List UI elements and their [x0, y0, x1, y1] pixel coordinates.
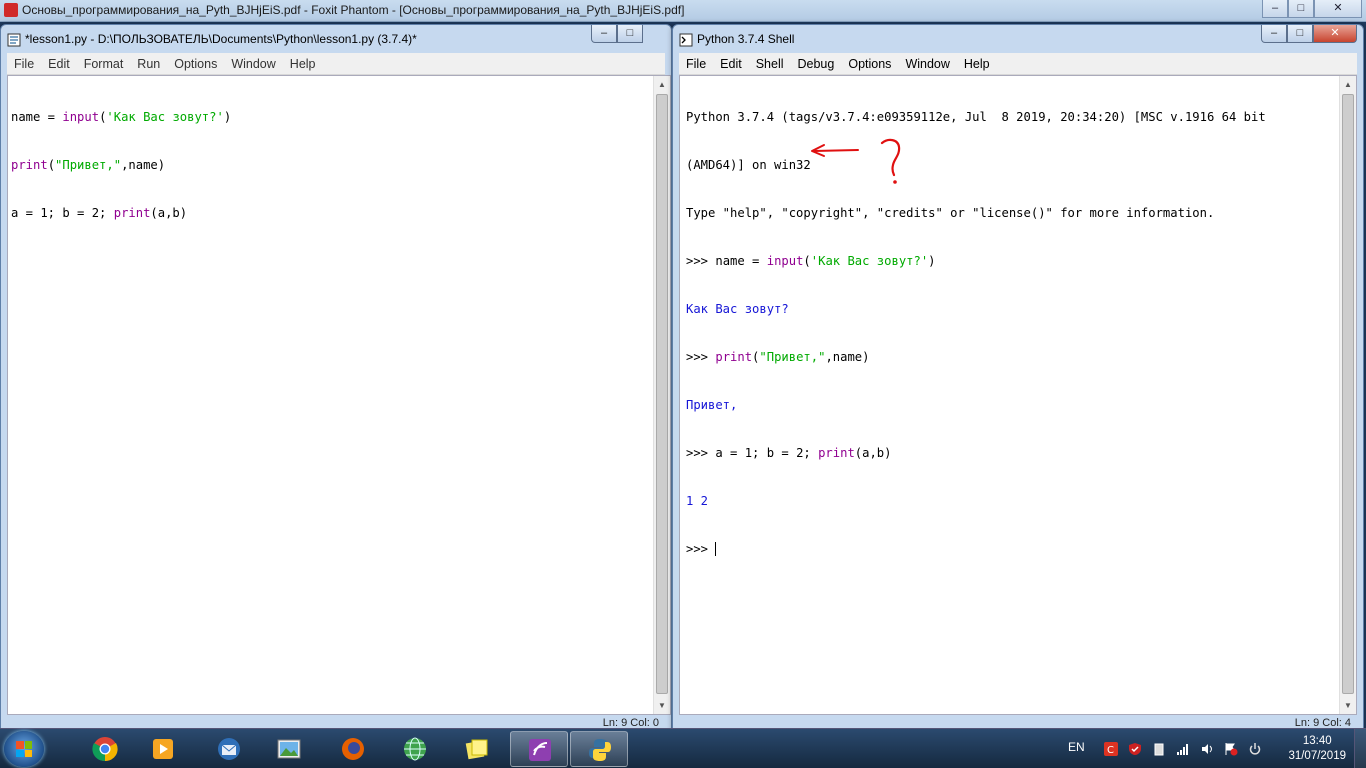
media-player-icon — [153, 739, 173, 759]
taskbar-media-player[interactable] — [134, 731, 192, 767]
menu-window[interactable]: Window — [224, 57, 282, 71]
taskbar-thunderbird[interactable] — [200, 731, 258, 767]
menu-file[interactable]: File — [7, 57, 41, 71]
shield-icon[interactable] — [1128, 742, 1142, 756]
chrome-icon — [92, 737, 118, 762]
shell-maximize-button[interactable]: □ — [1287, 25, 1313, 43]
network-signal-icon[interactable] — [1176, 742, 1190, 756]
svg-text:C: C — [1107, 745, 1114, 756]
menu-shell[interactable]: Shell — [749, 57, 791, 71]
shell-banner-line: Type "help", "copyright", "credits" or "… — [686, 206, 1215, 220]
firefox-icon — [342, 738, 364, 760]
taskbar-notes[interactable] — [448, 731, 506, 767]
idle-file-icon — [7, 33, 21, 47]
shell-close-button[interactable]: ✕ — [1313, 25, 1357, 43]
taskbar: EN C 13:40 31/07/2019 — [0, 728, 1366, 768]
text-cursor — [715, 542, 717, 556]
shell-input-line: >>> print("Привет,",name) — [686, 350, 870, 364]
background-window-titlebar[interactable]: Основы_программирования_на_Pyth_BJHjEiS.… — [0, 0, 1366, 22]
scroll-thumb[interactable] — [1342, 94, 1354, 694]
clock-time: 13:40 — [1302, 735, 1332, 747]
menu-debug[interactable]: Debug — [791, 57, 842, 71]
taskbar-image-viewer[interactable] — [260, 731, 318, 767]
image-viewer-icon — [277, 739, 301, 759]
start-button[interactable] — [4, 731, 44, 767]
code-line: a = 1; b = 2; print(a,b) — [11, 206, 188, 220]
minimize-button[interactable]: – — [1262, 0, 1288, 18]
editor-minimize-button[interactable]: – — [591, 25, 617, 43]
editor-menubar: File Edit Format Run Options Window Help — [7, 53, 665, 75]
volume-icon[interactable] — [1200, 742, 1214, 756]
code-line: print("Привет,",name) — [11, 158, 166, 172]
menu-edit[interactable]: Edit — [713, 57, 749, 71]
shell-menubar: File Edit Shell Debug Options Window Hel… — [679, 53, 1357, 75]
menu-options[interactable]: Options — [167, 57, 224, 71]
shell-output-line: Привет, — [686, 398, 738, 412]
editor-text-area[interactable]: name = input('Как Вас зовут?') print("Пр… — [7, 75, 671, 715]
shell-input-line: >>> name = input('Как Вас зовут?') — [686, 254, 936, 268]
editor-titlebar[interactable]: *lesson1.py - D:\ПОЛЬЗОВАТЕЛЬ\Documents\… — [1, 25, 671, 53]
shell-banner-line: Python 3.7.4 (tags/v3.7.4:e09359112e, Ju… — [686, 110, 1266, 124]
scroll-up-arrow-icon[interactable]: ▲ — [1340, 76, 1356, 93]
menu-run[interactable]: Run — [130, 57, 167, 71]
device-icon[interactable] — [1152, 742, 1166, 756]
shell-output-line: Как Вас зовут? — [686, 302, 789, 316]
network-globe-icon — [404, 737, 426, 761]
scroll-thumb[interactable] — [656, 94, 668, 694]
shell-banner-line: (AMD64)] on win32 — [686, 158, 811, 172]
shell-titlebar[interactable]: Python 3.7.4 Shell – □ ✕ — [673, 25, 1363, 53]
scroll-down-arrow-icon[interactable]: ▼ — [654, 697, 670, 714]
foxit-app-icon — [4, 3, 18, 17]
scroll-up-arrow-icon[interactable]: ▲ — [654, 76, 670, 93]
flag-error-icon[interactable] — [1224, 742, 1238, 756]
menu-help[interactable]: Help — [957, 57, 997, 71]
code-line: name = input('Как Вас зовут?') — [11, 110, 232, 124]
shell-prompt-line[interactable]: >>> — [686, 541, 1350, 557]
editor-maximize-button[interactable]: □ — [617, 25, 643, 43]
taskbar-chrome[interactable] — [76, 731, 134, 767]
menu-edit[interactable]: Edit — [41, 57, 77, 71]
system-tray: EN C 13:40 31/07/2019 — [1046, 729, 1366, 768]
menu-help[interactable]: Help — [283, 57, 323, 71]
editor-title: *lesson1.py - D:\ПОЛЬЗОВАТЕЛЬ\Documents\… — [25, 32, 417, 46]
taskbar-network-globe[interactable] — [386, 731, 444, 767]
shell-title: Python 3.7.4 Shell — [697, 32, 795, 46]
windows-logo-icon — [16, 741, 32, 757]
taskbar-foxit[interactable] — [510, 731, 568, 767]
shell-scrollbar[interactable]: ▲ ▼ — [1339, 76, 1356, 714]
antivirus-icon[interactable]: C — [1104, 742, 1118, 756]
clock-date: 31/07/2019 — [1288, 750, 1346, 762]
editor-scrollbar[interactable]: ▲ ▼ — [653, 76, 670, 714]
menu-file[interactable]: File — [679, 57, 713, 71]
idle-shell-icon — [679, 33, 693, 47]
shell-output-line: 1 2 — [686, 494, 709, 508]
thunderbird-icon — [218, 738, 240, 760]
clock[interactable]: 13:40 31/07/2019 — [1288, 734, 1346, 764]
shell-input-line: >>> a = 1; b = 2; print(a,b) — [686, 446, 892, 460]
menu-format[interactable]: Format — [77, 57, 131, 71]
shell-minimize-button[interactable]: – — [1261, 25, 1287, 43]
background-window-title: Основы_программирования_на_Pyth_BJHjEiS.… — [22, 3, 685, 17]
taskbar-firefox[interactable] — [324, 731, 382, 767]
editor-window: *lesson1.py - D:\ПОЛЬЗОВАТЕЛЬ\Documents\… — [0, 24, 672, 734]
menu-options[interactable]: Options — [841, 57, 898, 71]
shell-window: Python 3.7.4 Shell – □ ✕ File Edit Shell… — [672, 24, 1364, 734]
notes-icon — [465, 739, 488, 760]
shell-text-area[interactable]: Python 3.7.4 (tags/v3.7.4:e09359112e, Ju… — [679, 75, 1357, 715]
foxit-icon — [529, 739, 551, 761]
scroll-down-arrow-icon[interactable]: ▼ — [1340, 697, 1356, 714]
close-button[interactable]: ✕ — [1314, 0, 1362, 18]
language-indicator[interactable]: EN — [1068, 740, 1085, 754]
menu-window[interactable]: Window — [898, 57, 956, 71]
show-desktop-button[interactable] — [1354, 729, 1366, 768]
power-icon[interactable] — [1248, 742, 1262, 756]
python-icon — [589, 739, 611, 761]
taskbar-python[interactable] — [570, 731, 628, 767]
maximize-button[interactable]: □ — [1288, 0, 1314, 18]
